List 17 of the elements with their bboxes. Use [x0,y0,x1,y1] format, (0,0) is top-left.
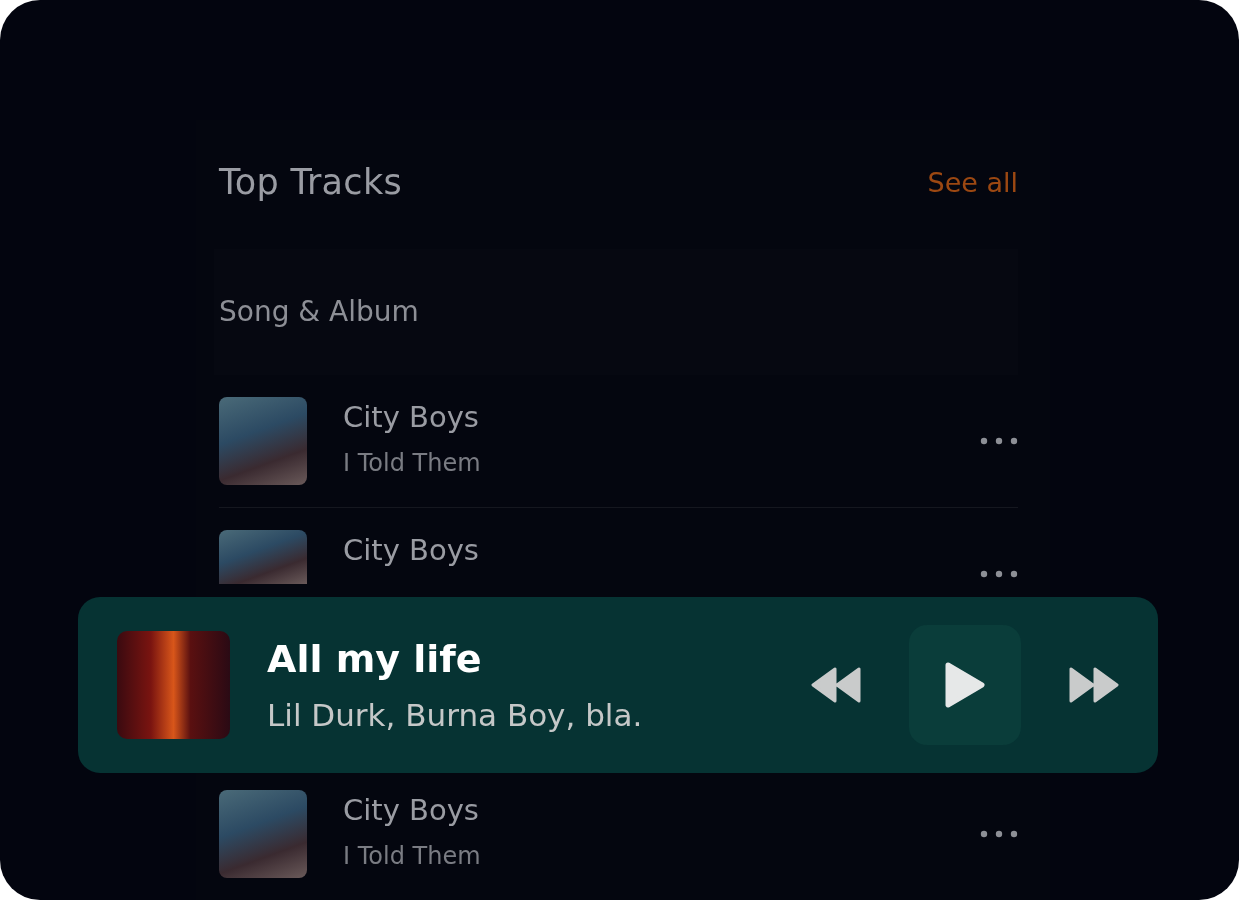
more-icon[interactable] [980,437,1018,446]
track-album: I Told Them [343,448,482,480]
track-title: City Boys [343,792,480,829]
play-button[interactable] [909,625,1021,745]
track-title: City Boys [343,399,480,437]
track-album: I Told Them [343,841,482,872]
section-title: Top Tracks [219,162,402,203]
more-icon[interactable] [980,830,1018,838]
fast-forward-button[interactable] [1069,667,1119,703]
play-icon [944,661,986,709]
see-all-link[interactable]: See all [927,166,1018,198]
track-title: City Boys [343,532,480,570]
now-playing-artists: Lil Durk, Burna Boy, bla. [267,696,644,735]
rewind-button[interactable] [811,667,861,703]
now-playing-title: All my life [267,636,483,683]
more-icon[interactable] [980,570,1018,579]
column-label: Song & Album [219,295,419,329]
